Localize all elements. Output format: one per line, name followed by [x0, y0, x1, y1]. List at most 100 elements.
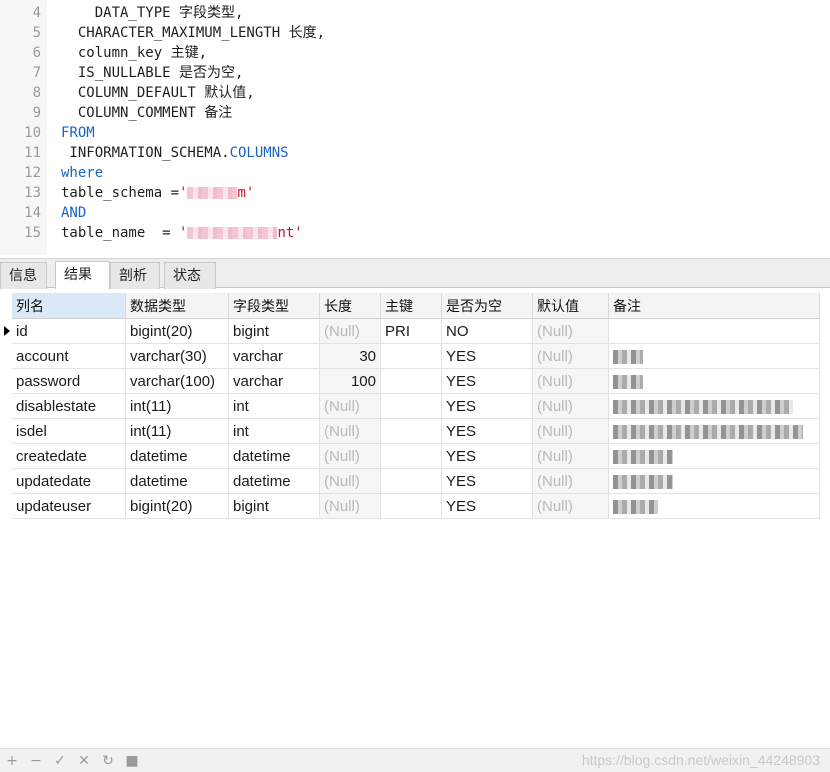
col-data-type-header[interactable]: 数据类型	[126, 293, 229, 319]
col-default-cell[interactable]: (Null)	[533, 369, 609, 394]
col-data-type-cell[interactable]: datetime	[126, 444, 229, 469]
code-text[interactable]: IS_NULLABLE 是否为空,	[61, 63, 244, 83]
code-text[interactable]: COLUMN_DEFAULT 默认值,	[61, 83, 255, 103]
col-default-header[interactable]: 默认值	[533, 293, 609, 319]
col-default-cell[interactable]: (Null)	[533, 469, 609, 494]
table-row[interactable]: createdate datetime datetime (Null) YES (Null…	[0, 444, 820, 469]
code-line[interactable]: 14 AND	[0, 203, 830, 223]
code-line[interactable]: 11 INFORMATION_SCHEMA.COLUMNS	[0, 143, 830, 163]
code-text[interactable]: table_schema =' m'	[61, 183, 254, 203]
code-text[interactable]: FROM	[61, 123, 95, 143]
code-text[interactable]: COLUMN_COMMENT 备注	[61, 103, 232, 123]
code-line[interactable]: 6 column_key 主键,	[0, 43, 830, 63]
col-primary-key-cell[interactable]	[381, 419, 442, 444]
table-row[interactable]: isdel int(11) int (Null) YES (Null)	[0, 419, 820, 444]
col-field-type-cell[interactable]: bigint	[229, 494, 320, 519]
col-nullable-cell[interactable]: YES	[442, 394, 533, 419]
col-comment-cell[interactable]	[609, 419, 820, 444]
col-nullable-cell[interactable]: NO	[442, 319, 533, 344]
col-nullable-cell[interactable]: YES	[442, 419, 533, 444]
col-default-cell[interactable]: (Null)	[533, 344, 609, 369]
code-line[interactable]: 15 table_name = ' nt'	[0, 223, 830, 243]
table-row[interactable]: updateuser bigint(20) bigint (Null) YES (Null…	[0, 494, 820, 519]
col-comment-cell[interactable]	[609, 369, 820, 394]
col-data-type-cell[interactable]: varchar(30)	[126, 344, 229, 369]
table-row[interactable]: account varchar(30) varchar 30 YES (Null)	[0, 344, 820, 369]
col-primary-key-cell[interactable]	[381, 444, 442, 469]
code-text[interactable]: CHARACTER_MAXIMUM_LENGTH 长度,	[61, 23, 325, 43]
stop-icon[interactable]: ■	[123, 752, 141, 770]
col-data-type-cell[interactable]: datetime	[126, 469, 229, 494]
tab-profile[interactable]: 剖析	[110, 262, 160, 289]
code-text[interactable]: table_name = ' nt'	[61, 223, 303, 243]
table-row[interactable]: updatedate datetime datetime (Null) YES (Null…	[0, 469, 820, 494]
col-name-cell[interactable]: account	[12, 344, 126, 369]
col-length-cell[interactable]: 30	[320, 344, 381, 369]
col-length-cell[interactable]: (Null)	[320, 319, 381, 344]
col-length-cell[interactable]: (Null)	[320, 494, 381, 519]
col-nullable-cell[interactable]: YES	[442, 369, 533, 394]
code-line[interactable]: 7 IS_NULLABLE 是否为空,	[0, 63, 830, 83]
tab-result-1[interactable]: 结果 1	[55, 261, 110, 307]
code-line[interactable]: 10 FROM	[0, 123, 830, 143]
col-field-type-cell[interactable]: datetime	[229, 444, 320, 469]
col-comment-cell[interactable]	[609, 344, 820, 369]
col-default-cell[interactable]: (Null)	[533, 444, 609, 469]
col-default-cell[interactable]: (Null)	[533, 419, 609, 444]
col-data-type-cell[interactable]: varchar(100)	[126, 369, 229, 394]
col-field-type-cell[interactable]: varchar	[229, 344, 320, 369]
code-text[interactable]: INFORMATION_SCHEMA.COLUMNS	[61, 143, 288, 163]
close-icon[interactable]: ✕	[75, 752, 93, 770]
col-nullable-cell[interactable]: YES	[442, 344, 533, 369]
col-field-type-cell[interactable]: datetime	[229, 469, 320, 494]
code-text[interactable]: DATA_TYPE 字段类型,	[61, 3, 244, 23]
col-comment-cell[interactable]	[609, 319, 820, 344]
col-data-type-cell[interactable]: bigint(20)	[126, 319, 229, 344]
code-line[interactable]: 8 COLUMN_DEFAULT 默认值,	[0, 83, 830, 103]
col-length-cell[interactable]: (Null)	[320, 394, 381, 419]
sql-editor[interactable]: 4 DATA_TYPE 字段类型, 5 CHARACTER_MAXIMUM_LEN…	[0, 0, 830, 255]
col-comment-cell[interactable]	[609, 394, 820, 419]
col-name-cell[interactable]: password	[12, 369, 126, 394]
col-length-cell[interactable]: (Null)	[320, 444, 381, 469]
refresh-icon[interactable]: ↻	[99, 752, 117, 770]
col-nullable-header[interactable]: 是否为空	[442, 293, 533, 319]
col-primary-key-header[interactable]: 主键	[381, 293, 442, 319]
col-comment-cell[interactable]	[609, 444, 820, 469]
col-primary-key-cell[interactable]	[381, 494, 442, 519]
col-name-cell[interactable]: disablestate	[12, 394, 126, 419]
col-field-type-cell[interactable]: bigint	[229, 319, 320, 344]
col-field-type-cell[interactable]: int	[229, 419, 320, 444]
col-name-cell[interactable]: updateuser	[12, 494, 126, 519]
col-field-type-cell[interactable]: int	[229, 394, 320, 419]
col-length-cell[interactable]: 100	[320, 369, 381, 394]
col-field-type-header[interactable]: 字段类型	[229, 293, 320, 319]
minus-icon[interactable]: −	[27, 752, 45, 770]
col-data-type-cell[interactable]: bigint(20)	[126, 494, 229, 519]
col-nullable-cell[interactable]: YES	[442, 469, 533, 494]
table-row[interactable]: disablestate int(11) int (Null) YES (Null)	[0, 394, 820, 419]
col-nullable-cell[interactable]: YES	[442, 494, 533, 519]
col-nullable-cell[interactable]: YES	[442, 444, 533, 469]
code-text[interactable]: column_key 主键,	[61, 43, 207, 63]
tab-info[interactable]: 信息	[0, 262, 47, 289]
col-default-cell[interactable]: (Null)	[533, 319, 609, 344]
col-name-cell[interactable]: isdel	[12, 419, 126, 444]
code-line[interactable]: 12 where	[0, 163, 830, 183]
col-comment-cell[interactable]	[609, 494, 820, 519]
check-icon[interactable]: ✓	[51, 752, 69, 770]
col-data-type-cell[interactable]: int(11)	[126, 419, 229, 444]
col-comment-cell[interactable]	[609, 469, 820, 494]
col-comment-header[interactable]: 备注	[609, 293, 820, 319]
plus-icon[interactable]: +	[3, 752, 21, 770]
col-name-cell[interactable]: id	[12, 319, 126, 344]
col-length-cell[interactable]: (Null)	[320, 469, 381, 494]
col-name-cell[interactable]: updatedate	[12, 469, 126, 494]
table-row[interactable]: password varchar(100) varchar 100 YES (Null)	[0, 369, 820, 394]
table-row[interactable]: id bigint(20) bigint (Null) PRI NO (Null)	[0, 319, 820, 344]
code-line[interactable]: 13 table_schema =' m'	[0, 183, 830, 203]
code-line[interactable]: 5 CHARACTER_MAXIMUM_LENGTH 长度,	[0, 23, 830, 43]
col-primary-key-cell[interactable]	[381, 469, 442, 494]
col-name-header[interactable]: 列名	[12, 293, 126, 319]
code-line[interactable]: 4 DATA_TYPE 字段类型,	[0, 3, 830, 23]
